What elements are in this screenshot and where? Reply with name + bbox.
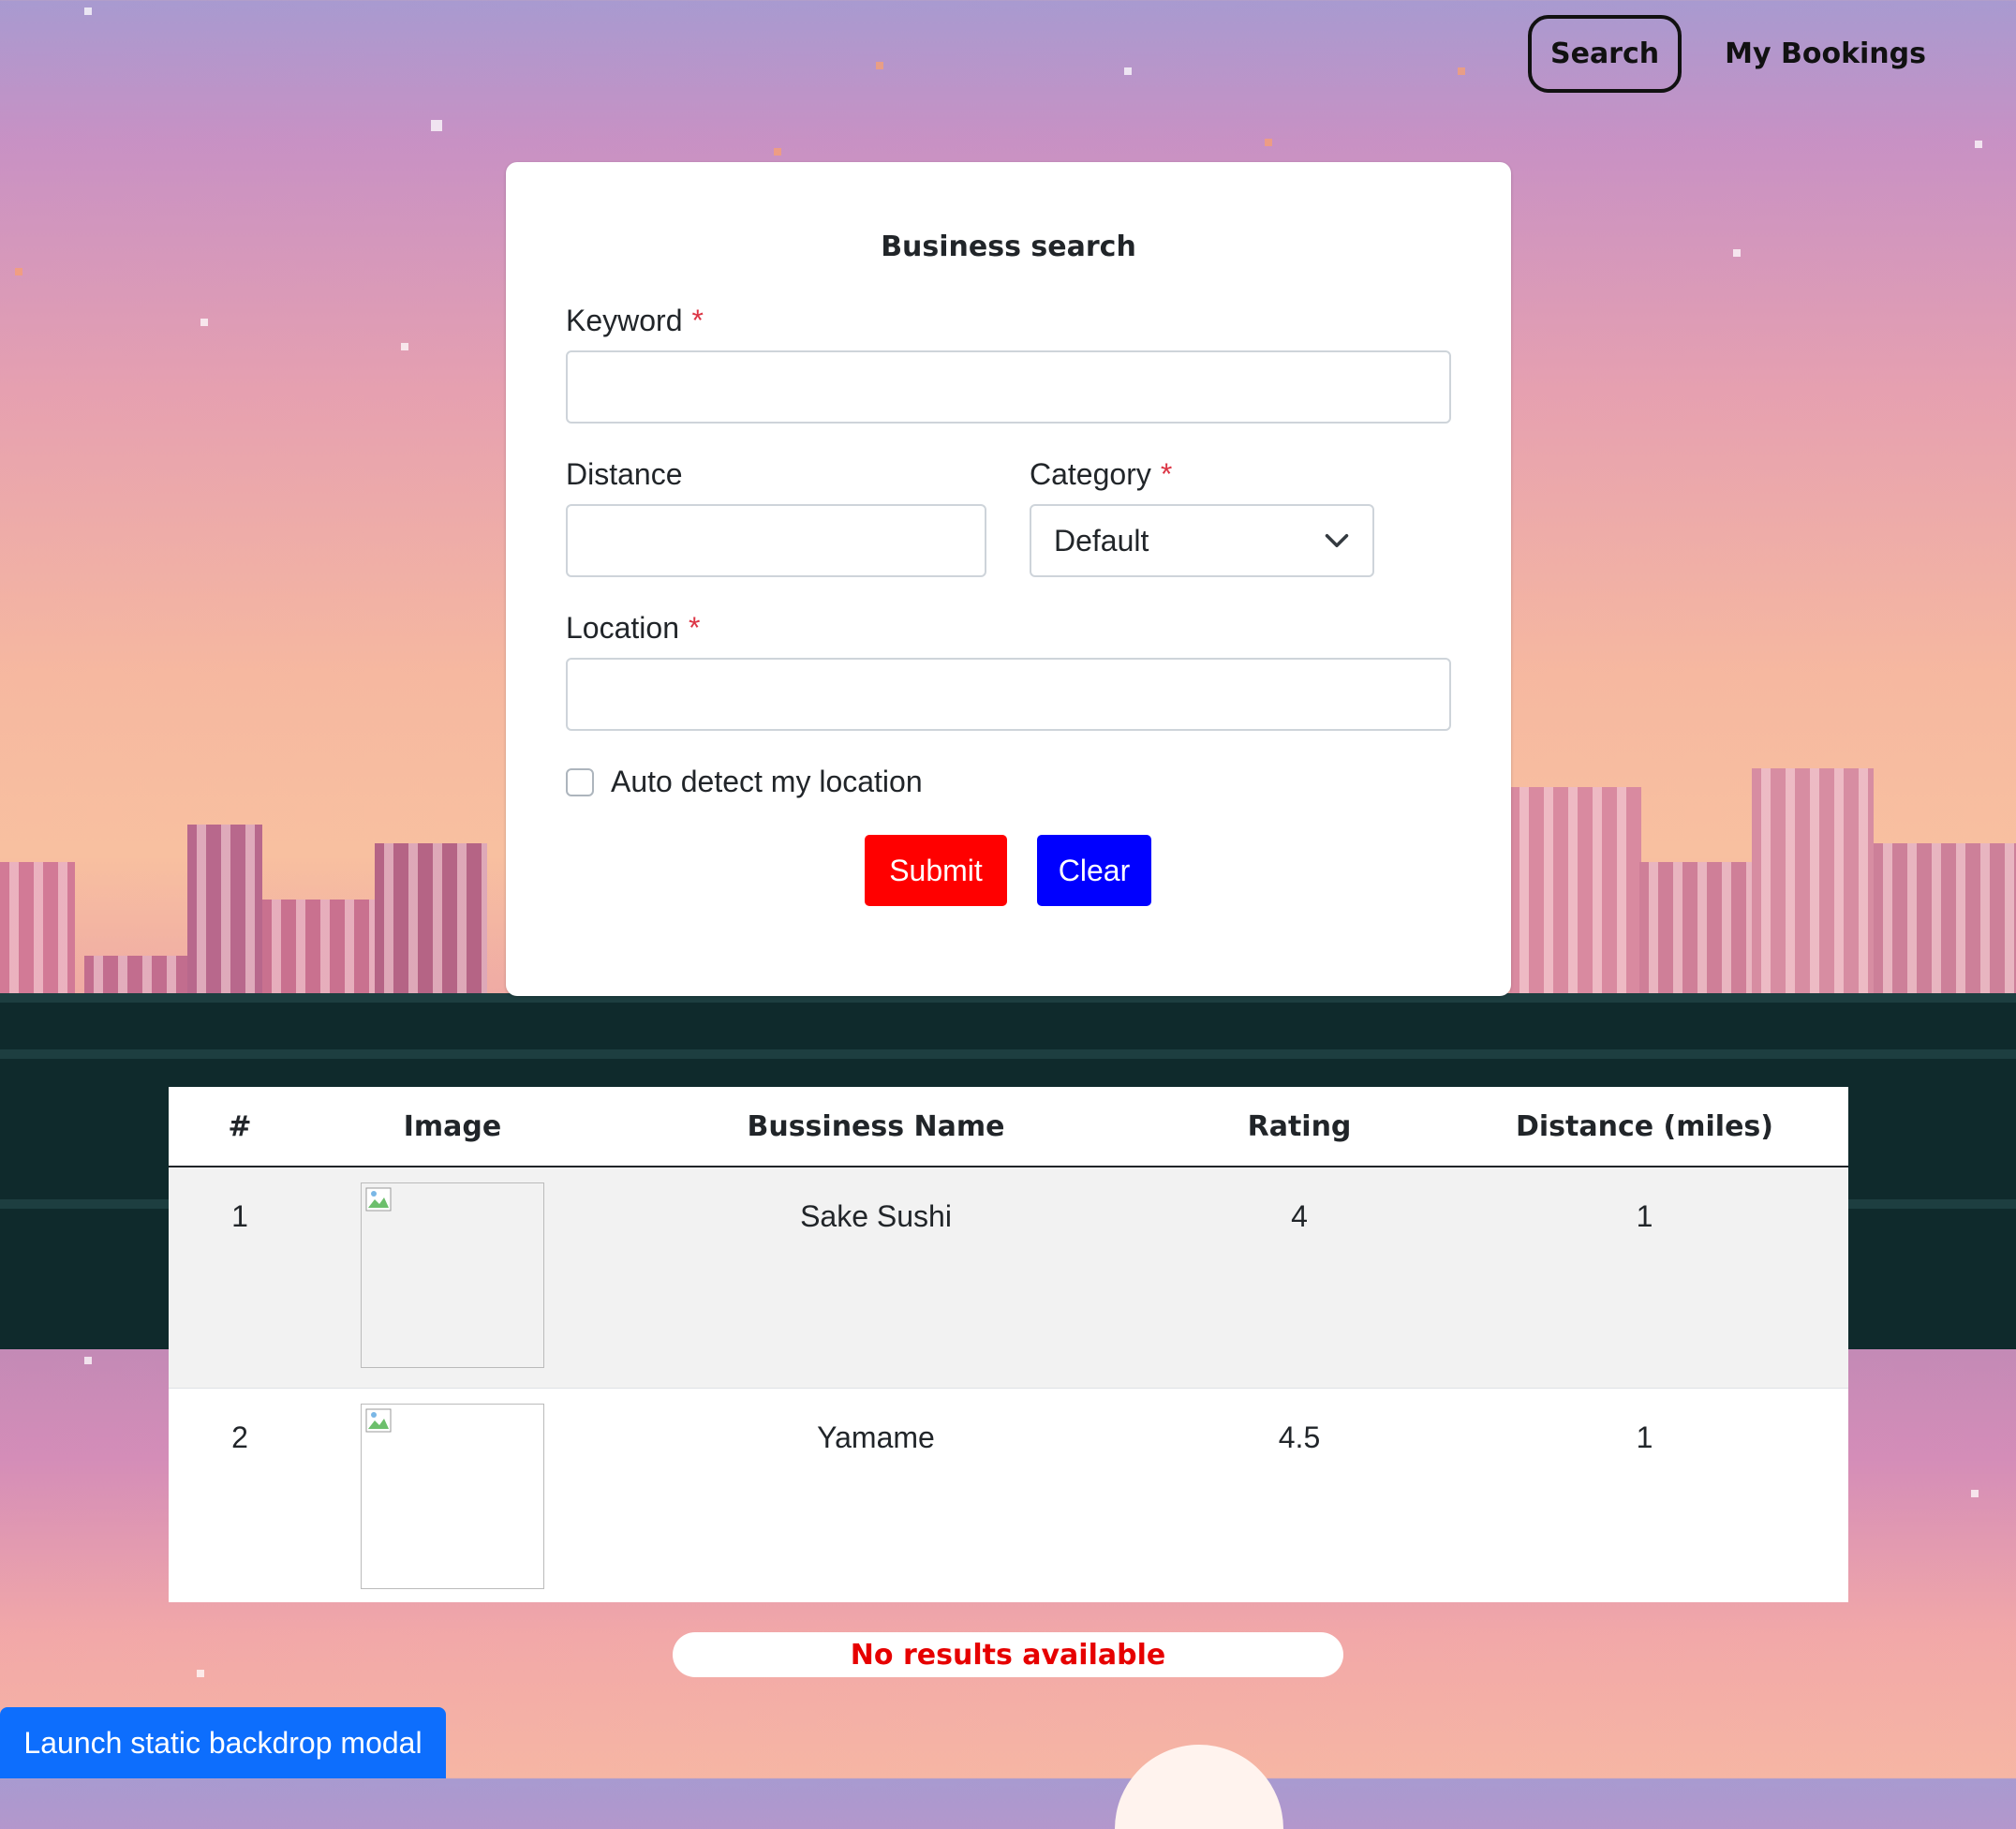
table-row[interactable]: 2 Yamame 4.5 1 [169, 1388, 1848, 1609]
column-header-rating[interactable]: Rating [1158, 1087, 1441, 1167]
required-mark: * [688, 611, 701, 645]
column-header-distance[interactable]: Distance (miles) [1441, 1087, 1848, 1167]
row-image-cell [311, 1166, 594, 1389]
business-image[interactable] [361, 1182, 544, 1368]
no-results-banner: No results available [673, 1632, 1343, 1677]
category-label: Category * [1030, 457, 1173, 491]
sun [1115, 1745, 1283, 1829]
business-search-card [506, 162, 1511, 996]
table-row[interactable]: 1 Sake Sushi 4 1 [169, 1166, 1848, 1389]
results-table: # Image Bussiness Name Rating Distance (… [169, 1087, 1848, 1609]
category-selected-value: Default [1054, 523, 1149, 558]
clear-button[interactable]: Clear [1037, 835, 1151, 906]
chevron-down-icon [1325, 534, 1349, 547]
row-number: 2 [169, 1388, 311, 1609]
row-image-cell [311, 1388, 594, 1609]
column-header-number[interactable]: # [169, 1087, 311, 1167]
location-label: Location * [566, 611, 701, 645]
broken-image-icon [365, 1408, 392, 1433]
launch-modal-button[interactable]: Launch static backdrop modal [0, 1707, 446, 1778]
business-image[interactable] [361, 1404, 544, 1589]
distance-label: Distance [566, 457, 683, 491]
category-select[interactable]: Default [1030, 504, 1374, 577]
form-title: Business search [881, 230, 1136, 263]
top-nav: Search My Bookings [1527, 15, 1949, 93]
row-distance: 1 [1441, 1166, 1848, 1389]
nav-search-link[interactable]: Search [1527, 15, 1682, 93]
submit-button[interactable]: Submit [865, 835, 1007, 906]
distance-input[interactable] [566, 504, 986, 577]
row-distance: 1 [1441, 1388, 1848, 1609]
required-mark: * [691, 304, 704, 337]
required-mark: * [1160, 457, 1173, 491]
column-header-business-name[interactable]: Bussiness Name [594, 1087, 1158, 1167]
keyword-input[interactable] [566, 350, 1451, 424]
row-number: 1 [169, 1166, 311, 1389]
auto-detect-label: Auto detect my location [611, 765, 923, 798]
auto-detect-checkbox[interactable] [566, 768, 594, 796]
row-business-name[interactable]: Yamame [594, 1388, 1158, 1609]
keyword-label: Keyword * [566, 304, 704, 337]
row-rating: 4.5 [1158, 1388, 1441, 1609]
broken-image-icon [365, 1187, 392, 1212]
column-header-image[interactable]: Image [311, 1087, 594, 1167]
row-business-name[interactable]: Sake Sushi [594, 1166, 1158, 1389]
location-input[interactable] [566, 658, 1451, 731]
row-rating: 4 [1158, 1166, 1441, 1389]
nav-my-bookings-link[interactable]: My Bookings [1702, 15, 1949, 93]
